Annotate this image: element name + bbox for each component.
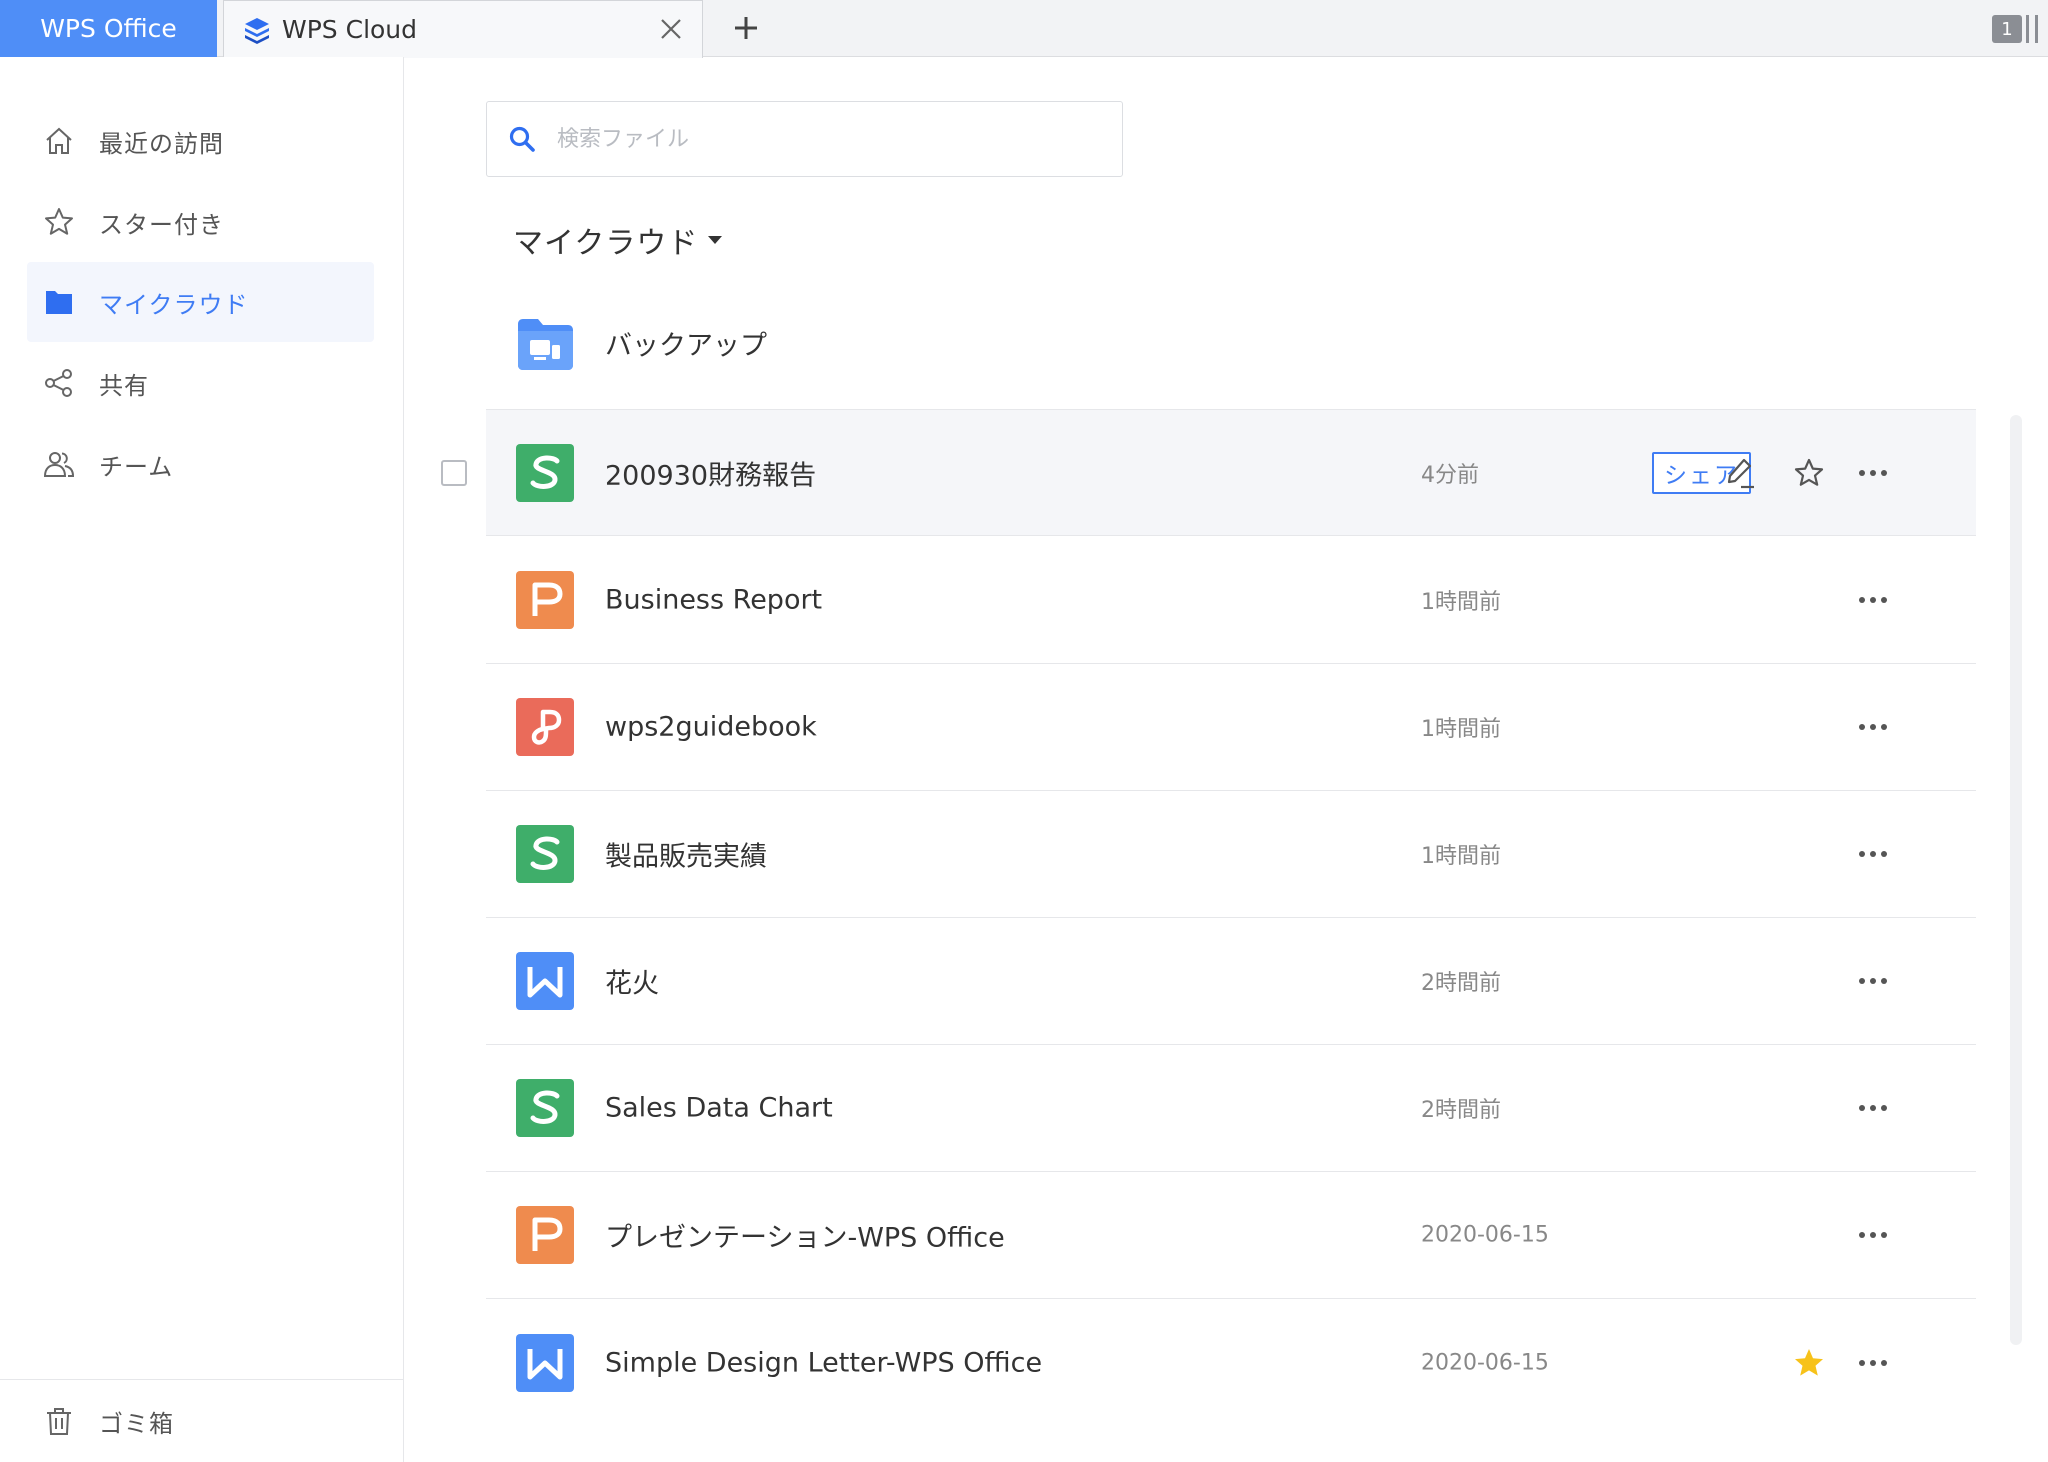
file-row[interactable]: 製品販売実績 1時間前 bbox=[486, 791, 1976, 918]
tab-bar: WPS Office WPS Cloud 1 bbox=[0, 0, 2048, 58]
caret-down-icon bbox=[708, 236, 723, 244]
star-icon bbox=[45, 208, 73, 235]
window-count-badge[interactable]: 1 bbox=[1992, 15, 2022, 43]
file-name: wps2guidebook bbox=[605, 711, 817, 743]
tab-wps-cloud-label: WPS Cloud bbox=[282, 15, 418, 44]
spreadsheet-file-icon bbox=[516, 1079, 574, 1137]
writer-file-icon bbox=[516, 952, 574, 1010]
more-options-icon[interactable] bbox=[1855, 1219, 1891, 1251]
more-options-icon[interactable] bbox=[1855, 711, 1891, 743]
window-count: 1 bbox=[2001, 18, 2013, 40]
more-options-icon[interactable] bbox=[1855, 1347, 1891, 1379]
file-name: 花火 bbox=[605, 968, 659, 1000]
more-options-icon[interactable] bbox=[1855, 457, 1891, 489]
search-icon bbox=[509, 126, 535, 152]
more-options-icon[interactable] bbox=[1855, 1092, 1891, 1124]
sidebar-item-label: 共有 bbox=[99, 371, 149, 400]
writer-file-icon bbox=[516, 1333, 574, 1392]
file-modified-time: 4分前 bbox=[1421, 462, 1479, 488]
file-row[interactable]: wps2guidebook 1時間前 bbox=[486, 664, 1976, 791]
more-options-icon[interactable] bbox=[1855, 838, 1891, 870]
file-row[interactable]: Sales Data Chart 2時間前 bbox=[486, 1045, 1976, 1172]
sidebar-item-team[interactable]: チーム bbox=[27, 424, 374, 504]
star-icon[interactable] bbox=[1793, 457, 1825, 489]
sidebar-item-starred[interactable]: スター付き bbox=[27, 182, 374, 262]
file-modified-time: 1時間前 bbox=[1421, 717, 1501, 742]
tab-wps-office-label: WPS Office bbox=[40, 14, 177, 43]
file-row[interactable]: バックアップ bbox=[486, 282, 1976, 404]
spreadsheet-file-icon bbox=[516, 825, 574, 883]
file-row[interactable]: プレゼンテーション-WPS Office 2020-06-15 bbox=[486, 1172, 1976, 1299]
close-icon[interactable] bbox=[658, 16, 684, 42]
sidebar-item-label: マイクラウド bbox=[99, 290, 249, 319]
add-tab-icon[interactable] bbox=[730, 12, 762, 44]
sidebar-item-label: スター付き bbox=[99, 210, 224, 239]
folder-icon bbox=[46, 291, 72, 314]
trash-icon bbox=[47, 1408, 71, 1435]
starred-icon[interactable] bbox=[1793, 1347, 1825, 1379]
file-modified-time: 2020-06-15 bbox=[1421, 1222, 1549, 1248]
sidebar-item-trash[interactable]: ゴミ箱 bbox=[27, 1381, 374, 1461]
backup-folder-icon bbox=[518, 319, 573, 370]
file-name: 200930財務報告 bbox=[605, 460, 817, 491]
tab-wps-cloud[interactable]: WPS Cloud bbox=[223, 0, 703, 58]
more-options-icon[interactable] bbox=[1855, 584, 1891, 616]
pdf-file-icon bbox=[516, 698, 574, 756]
file-row[interactable]: Business Report 1時間前 bbox=[486, 537, 1976, 664]
file-name: プレゼンテーション-WPS Office bbox=[605, 1222, 1005, 1254]
file-modified-time: 2020-06-15 bbox=[1421, 1350, 1549, 1375]
file-row[interactable]: 花火 2時間前 bbox=[486, 918, 1976, 1045]
spreadsheet-file-icon bbox=[516, 443, 574, 502]
file-modified-time: 1時間前 bbox=[1421, 844, 1501, 869]
file-name: Sales Data Chart bbox=[605, 1092, 833, 1124]
folder-dropdown[interactable]: マイクラウド bbox=[513, 215, 723, 265]
more-options-icon[interactable] bbox=[1855, 965, 1891, 997]
tab-wps-office[interactable]: WPS Office bbox=[0, 0, 217, 57]
file-name: バックアップ bbox=[605, 330, 767, 362]
team-icon bbox=[43, 452, 75, 477]
file-name: 製品販売実績 bbox=[605, 841, 767, 873]
sidebar-item-shared[interactable]: 共有 bbox=[27, 343, 374, 423]
sidebar-item-label: 最近の訪問 bbox=[99, 129, 224, 158]
sidebar: 最近の訪問 スター付き マイクラウド 共有 チーム ゴミ箱 bbox=[0, 57, 404, 1462]
row-checkbox[interactable] bbox=[441, 459, 467, 486]
search-box[interactable] bbox=[486, 101, 1123, 177]
sidebar-item-my-cloud[interactable]: マイクラウド bbox=[27, 262, 374, 342]
file-row[interactable]: 200930財務報告 4分前 シェア bbox=[441, 409, 1976, 536]
sidebar-item-recent[interactable]: 最近の訪問 bbox=[27, 101, 374, 181]
sidebar-divider bbox=[0, 1379, 404, 1380]
file-modified-time: 2時間前 bbox=[1421, 1098, 1501, 1123]
search-input[interactable] bbox=[557, 126, 1077, 152]
window-stack-icon bbox=[2026, 15, 2038, 43]
home-icon bbox=[46, 127, 72, 154]
presentation-file-icon bbox=[516, 571, 574, 629]
share-icon bbox=[45, 369, 72, 397]
sidebar-item-label: ゴミ箱 bbox=[99, 1409, 174, 1438]
file-name: Business Report bbox=[605, 584, 823, 616]
file-name: Simple Design Letter-WPS Office bbox=[605, 1347, 1043, 1378]
file-row[interactable]: Simple Design Letter-WPS Office 2020-06-… bbox=[486, 1299, 1976, 1426]
file-modified-time: 2時間前 bbox=[1421, 971, 1501, 996]
sidebar-item-label: チーム bbox=[99, 452, 174, 481]
main-content: マイクラウド バックアップ 200930財務報告 4分前 シェア bbox=[405, 57, 2048, 1462]
file-modified-time: 1時間前 bbox=[1421, 590, 1501, 615]
edit-icon[interactable] bbox=[1724, 456, 1758, 490]
wps-cloud-logo-icon bbox=[245, 17, 269, 44]
vertical-scrollbar[interactable] bbox=[2010, 415, 2022, 1345]
folder-title: マイクラウド bbox=[513, 226, 699, 261]
presentation-file-icon bbox=[516, 1206, 574, 1264]
